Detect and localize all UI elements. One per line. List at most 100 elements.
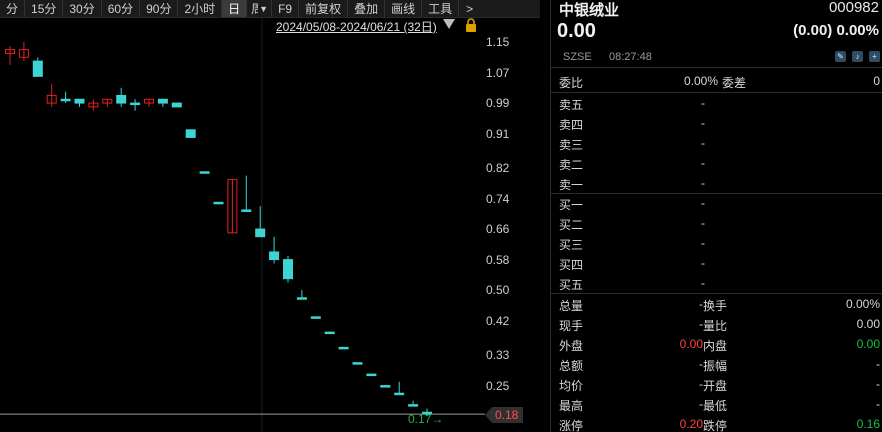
- ask-row: 卖五 -: [551, 93, 882, 113]
- stat-label: 开盘: [703, 379, 728, 393]
- ask-level-label: 卖三: [559, 138, 584, 152]
- ask-level-label: 卖五: [559, 98, 584, 112]
- y-tick-label: 0.58: [486, 252, 510, 267]
- y-tick-label: 0.74: [486, 191, 510, 206]
- add-icon[interactable]: +: [869, 51, 880, 62]
- low-price-marker: 0.17→: [408, 412, 444, 426]
- quote-time: 08:27:48: [609, 51, 652, 63]
- date-range-dropdown-icon[interactable]: [443, 19, 455, 29]
- candle-body: [283, 259, 293, 280]
- bid-row: 买四 -: [551, 253, 882, 273]
- stat-value: 0.20: [679, 417, 703, 431]
- y-tick-label: 0.82: [486, 160, 510, 175]
- divider: [551, 67, 882, 68]
- candle-body: [255, 228, 266, 238]
- period-tab-30min[interactable]: 30分: [63, 0, 102, 17]
- bid-price: -: [701, 236, 705, 250]
- ask-level-label: 卖四: [559, 118, 584, 132]
- weicha-value: 0: [873, 74, 880, 88]
- stats-row: 总额 - 振幅 -: [551, 354, 882, 374]
- candlestick-chart[interactable]: 2024/05/08-2024/06/21 (32日) 1.15 1.07 0.99…: [0, 18, 540, 432]
- candle-body: [269, 251, 280, 261]
- bid-row: 买五 -: [551, 273, 882, 293]
- stats-row: 现手 - 量比 0.00: [551, 314, 882, 334]
- stats-row: 外盘 0.00 内盘 0.00: [551, 334, 882, 354]
- stat-value: 0.16: [856, 417, 880, 431]
- date-range-label[interactable]: 2024/05/08-2024/06/21 (32日): [276, 18, 437, 35]
- stat-label: 振幅: [703, 359, 728, 373]
- ask-row: 卖二 -: [551, 153, 882, 173]
- edit-icon[interactable]: ✎: [835, 51, 846, 62]
- ask-row: 卖四 -: [551, 113, 882, 133]
- more-button[interactable]: >: [459, 0, 480, 17]
- chart-canvas: [0, 18, 485, 432]
- stats-row: 涨停 0.20 跌停 0.16: [551, 414, 882, 432]
- period-tab-60min[interactable]: 60分: [102, 0, 141, 17]
- y-tick-label: 0.33: [486, 348, 510, 362]
- stat-label: 量比: [703, 319, 728, 333]
- draw-line-button[interactable]: 画线: [385, 0, 423, 17]
- bid-price: -: [701, 256, 705, 270]
- lock-icon[interactable]: [465, 18, 477, 32]
- ask-price: -: [701, 116, 705, 130]
- weibi-label: 委比: [559, 76, 584, 90]
- weibi-value: 0.00%: [683, 74, 718, 88]
- stat-value: 0.00%: [845, 297, 880, 311]
- candle-body: [130, 102, 141, 106]
- overlay-button[interactable]: 叠加: [348, 0, 386, 17]
- period-tab-day[interactable]: 日: [222, 0, 248, 17]
- weibi-row: 委比 0.00% 委差 0: [551, 71, 882, 91]
- period-tab-2hour[interactable]: 2小时: [178, 0, 223, 17]
- y-tick-label: 1.15: [486, 34, 510, 49]
- bid-level-label: 买四: [559, 258, 584, 272]
- stats-row: 均价 - 开盘 -: [551, 374, 882, 394]
- stat-label: 涨停: [559, 419, 584, 432]
- weicha-label: 委差: [722, 76, 747, 90]
- bid-row: 买二 -: [551, 213, 882, 233]
- chevron-down-icon: ▼: [259, 3, 269, 14]
- y-tick-label: 0.42: [486, 313, 510, 328]
- stock-code: 000982: [828, 0, 879, 16]
- candle-body: [74, 98, 85, 104]
- candle-body: [32, 60, 43, 77]
- stats-row: 最高 - 最低 -: [551, 394, 882, 414]
- bid-level-label: 买三: [559, 238, 584, 252]
- ask-level-label: 卖一: [559, 178, 584, 192]
- stat-label: 均价: [559, 379, 584, 393]
- stat-value: -: [876, 357, 880, 371]
- stats-row: 总量 - 换手 0.00%: [551, 294, 882, 314]
- stat-label: 换手: [703, 299, 728, 313]
- ask-level-label: 卖二: [559, 158, 584, 172]
- stock-name: 中银绒业: [559, 2, 620, 19]
- bell-icon[interactable]: ♪: [852, 51, 863, 62]
- bid-row: 买三 -: [551, 233, 882, 253]
- quote-panel: 中银绒业 000982 0.00 (0.00) 0.00% SZSE 08:27…: [550, 0, 882, 432]
- change-amount: (0.00): [793, 22, 833, 39]
- candle-body: [296, 297, 307, 300]
- period-tab-15min[interactable]: 15分: [25, 0, 64, 17]
- candle-body: [60, 98, 71, 102]
- period-tab-90min[interactable]: 90分: [140, 0, 179, 17]
- candle-body: [352, 362, 363, 365]
- period-toolbar: 分 15分 30分 60分 90分 2小时 日 周 ▼ F9 前复权 叠加 画线…: [0, 0, 540, 18]
- y-tick-label: 0.50: [486, 283, 510, 298]
- last-price: 0.00: [557, 20, 596, 42]
- f9-button[interactable]: F9: [272, 0, 300, 17]
- tools-button[interactable]: 工具: [422, 0, 460, 17]
- bid-price: -: [701, 216, 705, 230]
- adjust-forward-button[interactable]: 前复权: [299, 0, 349, 17]
- exchange-label: SZSE: [563, 51, 592, 63]
- candle-body: [366, 373, 377, 377]
- stat-label: 总量: [559, 299, 584, 313]
- candle-body: [116, 94, 127, 104]
- stat-value: 0.00: [856, 337, 880, 351]
- candle-body: [310, 316, 321, 319]
- change-percent: 0.00%: [836, 22, 879, 39]
- candle-body: [338, 346, 349, 350]
- period-tab-minute[interactable]: 分: [0, 0, 26, 17]
- period-dropdown-week[interactable]: 周 ▼: [247, 0, 273, 17]
- stat-value: 0.00: [679, 337, 703, 351]
- stat-label: 最低: [703, 399, 728, 413]
- candle-body: [241, 209, 252, 212]
- ask-price: -: [701, 176, 705, 190]
